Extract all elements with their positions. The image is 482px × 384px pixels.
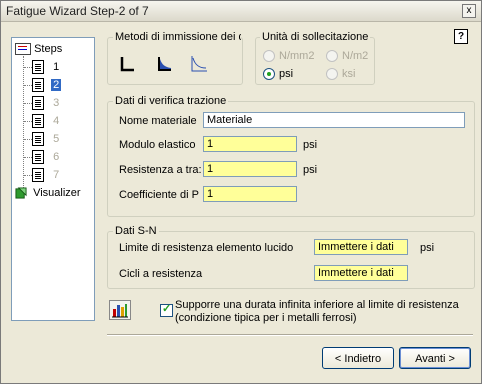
cycles-to-endurance-input[interactable] <box>314 265 408 281</box>
tree-item-label: 5 <box>53 133 60 145</box>
tree-item-label: 1 <box>53 61 60 73</box>
document-icon <box>32 114 44 129</box>
document-icon <box>32 60 44 75</box>
method-curve-icon[interactable] <box>188 53 210 75</box>
method-l-shape-icon[interactable] <box>117 53 139 75</box>
infinite-life-label-line2: (condizione tipica per i metalli ferrosi… <box>175 312 357 324</box>
cycles-to-endurance-label: Cicli a resistenza <box>119 268 203 280</box>
poisson-coefficient-label: Coefficiente di P <box>119 189 199 201</box>
document-icon <box>32 132 44 147</box>
tree-root-steps[interactable]: Steps <box>15 41 62 57</box>
visualizer-icon <box>15 187 27 199</box>
endurance-limit-unit: psi <box>420 242 435 254</box>
elastic-modulus-label: Modulo elastico <box>119 139 196 151</box>
tree-item-label: 4 <box>53 115 60 127</box>
tree-item-label: 3 <box>53 97 60 109</box>
fatigue-wizard-window: Fatigue Wizard Step-2 of 7 x ? Steps 1 2… <box>0 0 482 384</box>
tensile-strength-unit: psi <box>303 164 318 176</box>
poisson-coefficient-input[interactable] <box>203 186 297 202</box>
tree-item-step-1[interactable]: 1 <box>32 59 59 75</box>
sn-data-group-label: Dati S-N <box>113 225 159 237</box>
radio-icon <box>326 68 338 81</box>
document-icon <box>32 150 44 165</box>
unit-radio-n-m2[interactable]: N/m2 <box>326 49 368 63</box>
chart-button[interactable] <box>109 300 131 320</box>
material-name-label: Nome materiale <box>119 115 197 127</box>
infinite-life-checkbox[interactable] <box>160 302 173 317</box>
window-title: Fatigue Wizard Step-2 of 7 <box>6 4 149 18</box>
endurance-limit-input[interactable] <box>314 239 408 255</box>
bar-chart-icon <box>112 304 128 318</box>
infinite-life-label-line1: Supporre una durata infinita inferiore a… <box>175 299 459 311</box>
elastic-modulus-input[interactable] <box>203 136 297 152</box>
tree-item-step-3[interactable]: 3 <box>32 95 59 111</box>
unit-radio-n-mm2[interactable]: N/mm2 <box>263 49 314 63</box>
tree-item-label: 2 <box>51 79 62 91</box>
tensile-strength-input[interactable] <box>203 161 297 177</box>
tensile-strength-label: Resistenza a tra: <box>119 164 201 176</box>
tree-visualizer-label: Visualizer <box>33 187 81 199</box>
tree-item-step-5[interactable]: 5 <box>32 131 59 147</box>
help-icon[interactable]: ? <box>454 29 468 44</box>
tree-connector <box>23 56 24 192</box>
tree-item-step-6[interactable]: 6 <box>32 149 59 165</box>
title-bar: Fatigue Wizard Step-2 of 7 x <box>1 1 481 22</box>
tree-item-label: 6 <box>53 151 60 163</box>
material-name-input[interactable] <box>203 112 465 128</box>
methods-group-label: Metodi di immissione dei da <box>113 31 241 43</box>
tree-item-visualizer[interactable]: Visualizer <box>15 185 81 201</box>
document-icon <box>32 96 44 111</box>
tree-item-step-4[interactable]: 4 <box>32 113 59 129</box>
next-button[interactable]: Avanti > <box>399 347 471 369</box>
units-group-label: Unità di sollecitazione <box>260 31 371 43</box>
back-button[interactable]: < Indietro <box>322 347 394 369</box>
unit-radio-psi[interactable]: psi <box>263 67 293 81</box>
close-button[interactable]: x <box>462 4 476 18</box>
radio-icon <box>263 68 275 81</box>
sn-data-group <box>107 231 475 289</box>
unit-radio-ksi[interactable]: ksi <box>326 67 355 81</box>
tree-item-step-7[interactable]: 7 <box>32 167 59 183</box>
radio-icon <box>326 50 338 63</box>
tree-item-label: 7 <box>53 169 60 181</box>
steps-tree[interactable]: Steps 1 2 3 4 5 6 7 Visualizer <box>11 37 95 321</box>
tree-item-step-2[interactable]: 2 <box>32 77 62 93</box>
footer-separator <box>107 334 473 336</box>
document-icon <box>32 168 44 183</box>
elastic-modulus-unit: psi <box>303 139 318 151</box>
tree-root-label: Steps <box>34 43 63 55</box>
steps-folder-icon <box>15 43 31 56</box>
endurance-limit-label: Limite di resistenza elemento lucido <box>119 242 294 254</box>
method-filled-curve-icon[interactable] <box>154 53 176 75</box>
radio-icon <box>263 50 275 63</box>
traction-group-label: Dati di verifica trazione <box>113 95 229 107</box>
document-edit-icon <box>32 78 44 93</box>
